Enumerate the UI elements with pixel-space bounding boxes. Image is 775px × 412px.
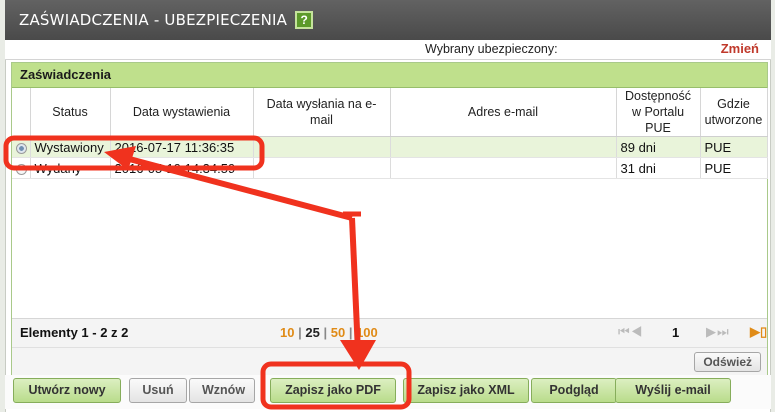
page-size-25: 25 [305,325,320,340]
separator: | [298,325,302,340]
column-header-issued[interactable]: Data wystawienia [110,88,254,137]
delete-button[interactable]: Usuń [129,378,187,403]
elements-count: Elementy 1 - 2 z 2 [20,325,129,340]
page-size-50[interactable]: 50 [331,325,345,340]
column-header-status[interactable]: Status [30,88,111,137]
issued-cell: 2016-05-19 14:34:59 [110,157,254,179]
table-header-row: Status Data wystawienia Data wysłania na… [12,88,768,137]
status-cell: Wydany [30,157,111,179]
preview-button[interactable]: Podgląd [531,378,617,403]
page: ZAŚWIADCZENIA - UBEZPIECZENIA ? Wybrany … [0,0,775,412]
row-select-cell[interactable] [12,136,31,158]
where-cell: PUE [700,157,768,179]
column-header-where[interactable]: Gdzie utworzone [700,88,768,137]
where-cell: PUE [700,136,768,158]
current-page: 1 [672,325,680,340]
left-edge [0,0,6,412]
separator: | [323,325,328,340]
window-title: ZAŚWIADCZENIA - UBEZPIECZENIA [19,11,288,29]
column-header-email[interactable]: Adres e-mail [390,88,617,137]
availability-cell: 31 dni [616,157,701,179]
page-size-10[interactable]: 10 [280,325,294,340]
refresh-button[interactable]: Odśwież [694,352,761,372]
save-xml-button[interactable]: Zapisz jako XML [403,378,529,403]
email-cell [390,157,617,179]
page-size-100[interactable]: 100 [356,325,378,340]
email-cell [390,136,617,158]
title-bar: ZAŚWIADCZENIA - UBEZPIECZENIA ? [5,0,771,40]
issued-cell: 2016-07-17 11:36:35 [110,136,254,158]
panel-title: Zaświadczenia [12,63,767,88]
table-row[interactable]: Wydany 2016-05-19 14:34:59 31 dni PUE [12,157,768,179]
action-buttons: Utwórz nowy Usuń Wznów Zapisz jako PDF Z… [5,375,771,409]
row-select-cell[interactable] [12,157,31,179]
resume-button[interactable]: Wznów [189,378,255,403]
separator: | [348,325,353,340]
status-cell: Wystawiony [30,136,111,158]
certificates-panel: Zaświadczenia Status Data wystawienia Da… [11,62,768,376]
radio-button[interactable] [16,163,27,175]
create-new-button[interactable]: Utwórz nowy [13,378,121,403]
save-pdf-button[interactable]: Zapisz jako PDF [270,378,396,403]
insured-label: Wybrany ubezpieczony: [425,42,558,56]
export-icon[interactable]: ▶▯ [750,324,767,340]
availability-cell: 89 dni [616,136,701,158]
radio-button[interactable] [16,142,27,154]
first-prev-page-icon[interactable]: ⏮◀ [618,324,643,340]
page-size-selector: 10 | 25 | 50 | 100 [280,325,378,340]
send-email-button[interactable]: Wyślij e-mail [615,378,731,403]
table-row[interactable]: Wystawiony 2016-07-17 11:36:35 89 dni PU… [12,136,768,158]
certificates-table: Status Data wystawienia Data wysłania na… [12,88,768,179]
pager-bar: Elementy 1 - 2 z 2 10 | 25 | 50 | 100 ⏮◀… [12,318,767,347]
column-header-availability[interactable]: Dostępność w Portalu PUE [616,88,701,137]
next-last-page-icon[interactable]: ▶⏭ [706,324,730,340]
change-link[interactable]: Zmień [721,41,759,56]
column-header-select [12,88,31,137]
refresh-row: Odśwież [12,347,767,376]
help-icon[interactable]: ? [295,11,314,29]
sent-cell [253,136,391,158]
sent-cell [253,157,391,179]
right-edge [770,0,775,412]
column-header-sent[interactable]: Data wysłania na e-mail [253,88,391,137]
insured-bar: Wybrany ubezpieczony: Zmień [5,40,771,60]
